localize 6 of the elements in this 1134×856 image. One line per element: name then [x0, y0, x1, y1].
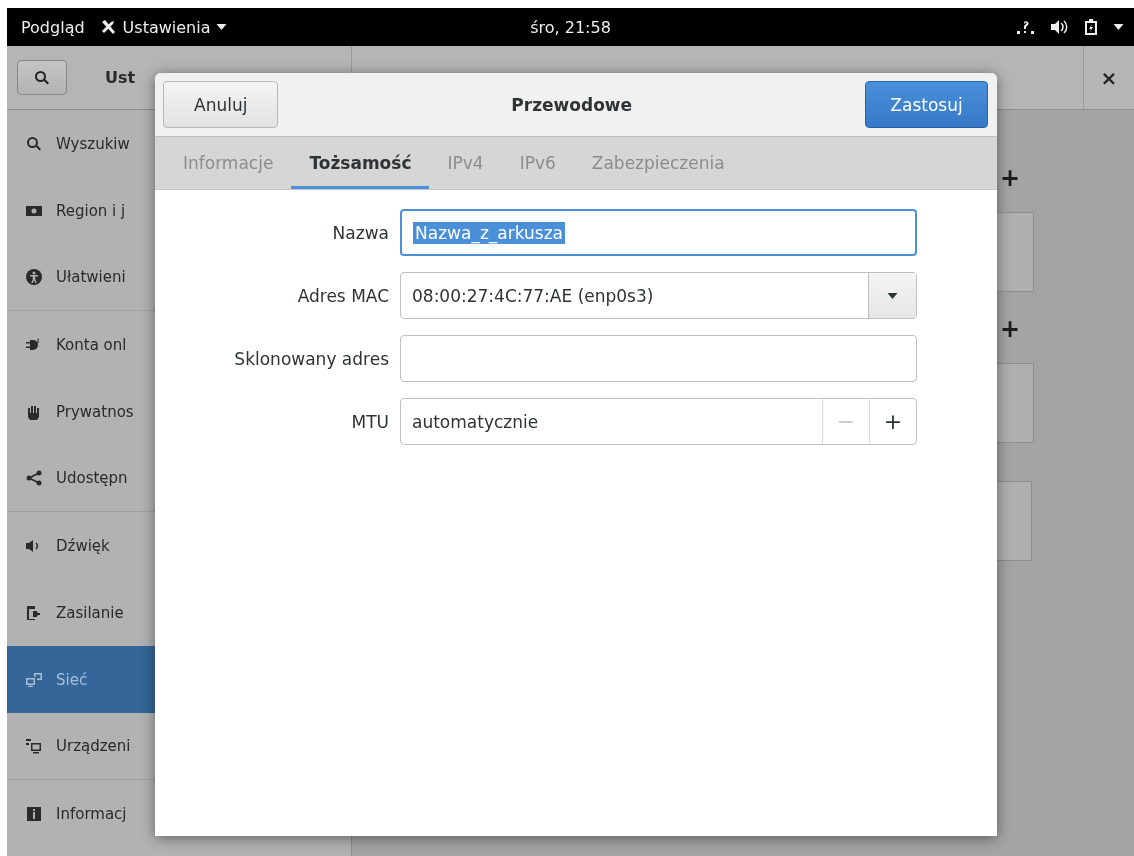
field-label: MTU: [350, 411, 389, 432]
field-label: Sklonowany adres: [233, 348, 389, 369]
field-label: Nazwa: [331, 222, 389, 243]
window-title: Ust: [105, 68, 136, 87]
dialog-title: Przewodowe: [511, 94, 633, 115]
field-label: Adres MAC: [296, 285, 389, 306]
